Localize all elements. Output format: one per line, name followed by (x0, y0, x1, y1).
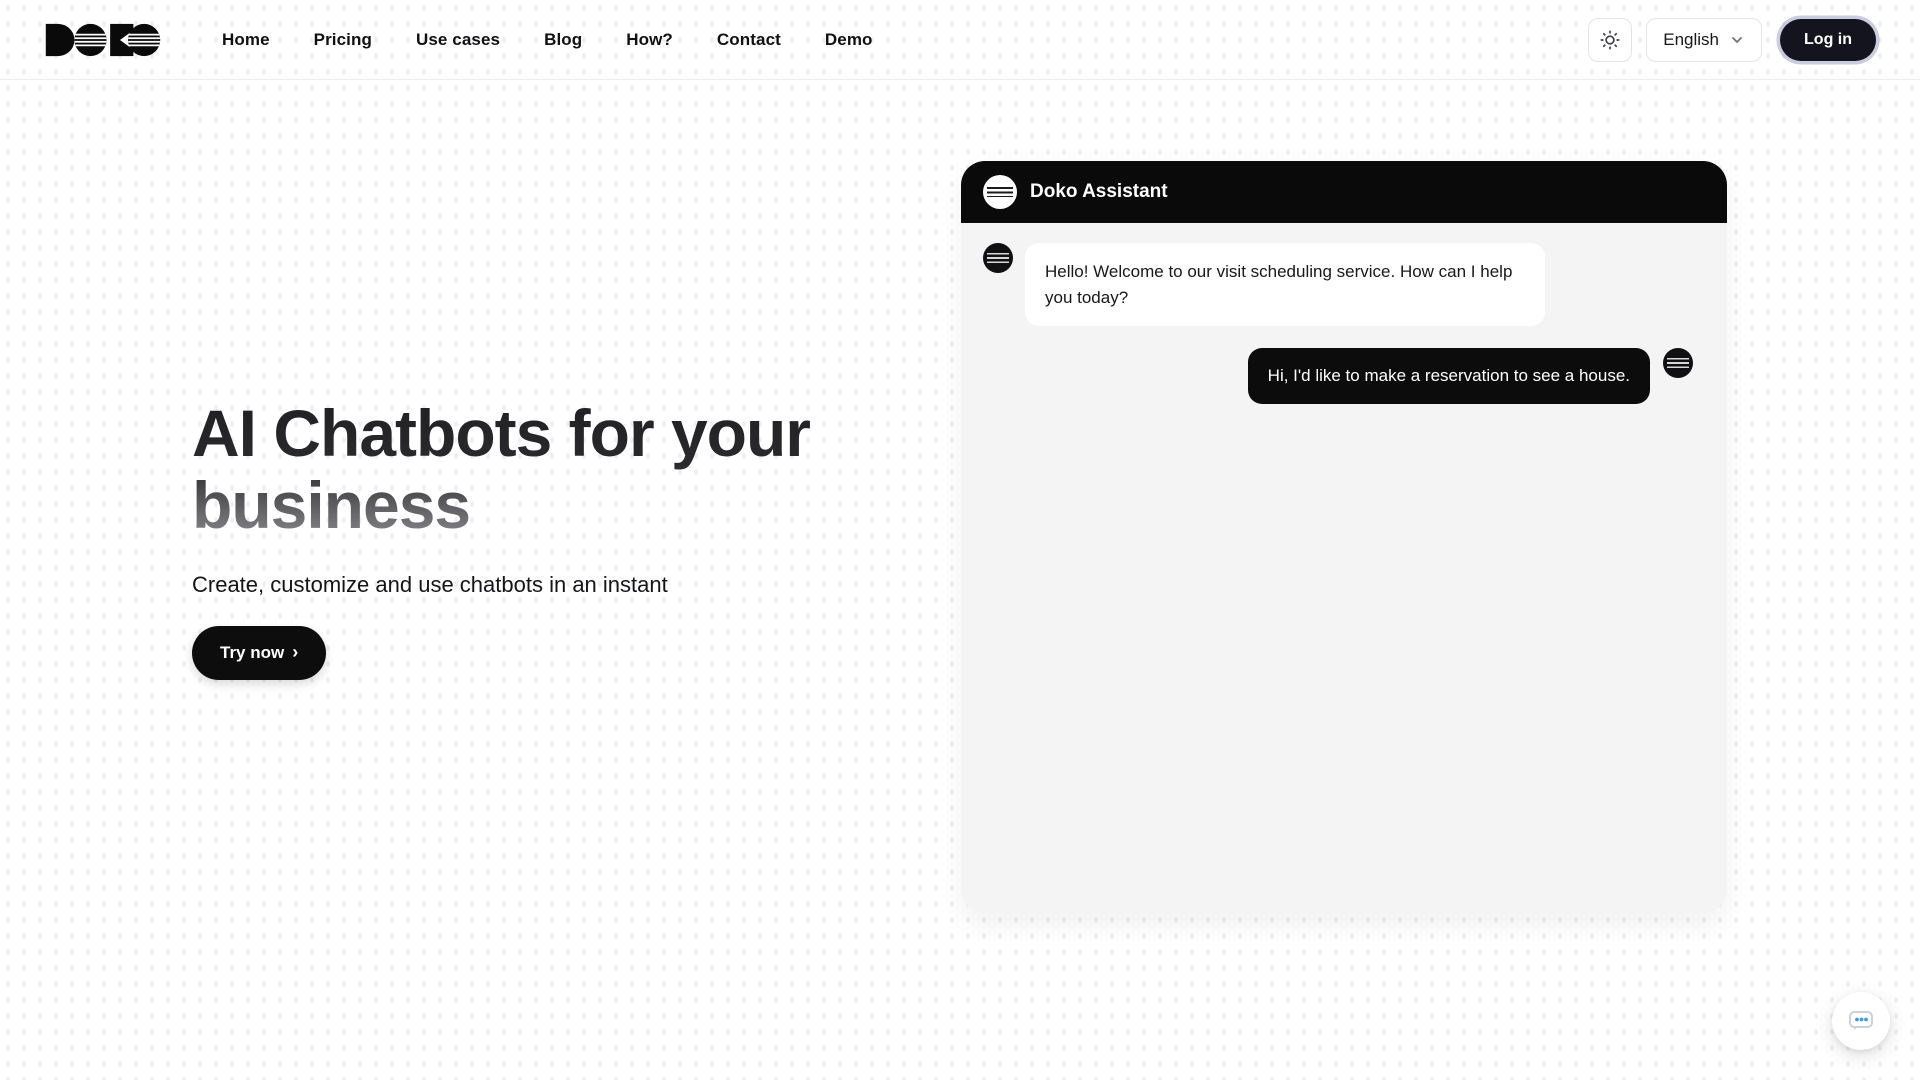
user-message-bubble: Hi, I'd like to make a reservation to se… (1247, 348, 1650, 404)
assistant-avatar (983, 175, 1017, 209)
top-nav: Home Pricing Use cases Blog How? Contact… (0, 0, 1920, 80)
chevron-down-icon (1732, 36, 1742, 43)
avatar-stripes (987, 186, 1013, 198)
chat-bubble-icon (1849, 1011, 1873, 1030)
bot-message-bubble: Hello! Welcome to our visit scheduling s… (1025, 243, 1545, 326)
nav-item-use-cases[interactable]: Use cases (416, 30, 500, 50)
language-selected-label: English (1663, 29, 1720, 49)
theme-toggle-button[interactable] (1588, 17, 1633, 62)
nav-item-demo[interactable]: Demo (825, 30, 873, 50)
nav-item-how[interactable]: How? (626, 30, 673, 50)
chat-message-user: Hi, I'd like to make a reservation to se… (983, 348, 1705, 404)
nav-links: Home Pricing Use cases Blog How? Contact… (222, 30, 873, 50)
avatar-stripes (986, 253, 1010, 263)
try-now-button[interactable]: Try now › (192, 625, 327, 680)
avatar-stripes (1666, 358, 1690, 368)
chat-message-bot: Hello! Welcome to our visit scheduling s… (983, 243, 1705, 326)
bot-avatar (983, 243, 1013, 273)
nav-right-cluster: English Log in (1588, 17, 1876, 62)
try-now-label: Try now (220, 642, 285, 662)
nav-item-home[interactable]: Home (222, 30, 270, 50)
doko-logo-icon (45, 23, 161, 56)
hero-section: AI Chatbots for your business Create, cu… (192, 397, 992, 680)
chevron-right-icon: › (292, 641, 299, 662)
chat-message-list: Hello! Welcome to our visit scheduling s… (961, 223, 1727, 424)
login-button[interactable]: Log in (1780, 18, 1876, 61)
language-dropdown[interactable]: English (1646, 17, 1763, 62)
nav-item-contact[interactable]: Contact (717, 30, 781, 50)
hero-subtitle: Create, customize and use chatbots in an… (192, 571, 668, 597)
chat-fab-button[interactable] (1832, 992, 1890, 1050)
chat-widget-title: Doko Assistant (1030, 181, 1168, 202)
nav-item-pricing[interactable]: Pricing (314, 30, 372, 50)
doko-logo[interactable] (44, 21, 162, 59)
nav-item-blog[interactable]: Blog (544, 30, 582, 50)
chat-widget: Doko Assistant Hello! Welcome to our vis… (961, 161, 1727, 913)
hero-title: AI Chatbots for your business (192, 397, 972, 542)
user-avatar (1663, 348, 1693, 378)
sun-icon (1600, 29, 1620, 50)
chat-widget-header: Doko Assistant (961, 161, 1727, 223)
